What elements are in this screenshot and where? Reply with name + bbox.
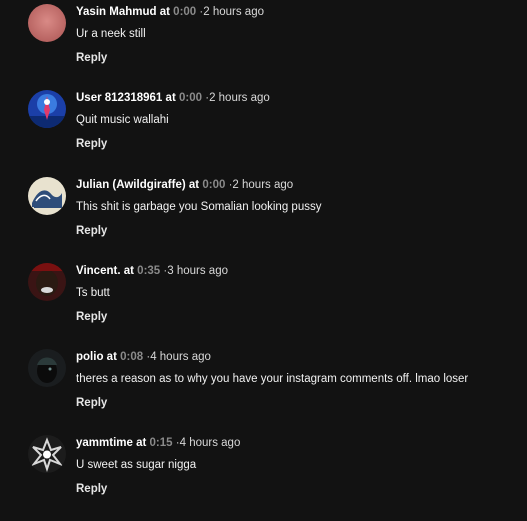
comment-item: Julian (Awildgiraffe) at 0:00 ·2 hours a… bbox=[0, 177, 527, 263]
comment-header: polio at 0:08 ·4 hours ago bbox=[76, 350, 211, 364]
time-ago: 4 hours ago bbox=[179, 437, 241, 449]
dark-photo-avatar-icon bbox=[28, 349, 66, 387]
reply-button[interactable]: Reply bbox=[76, 310, 107, 324]
at-label: at bbox=[136, 437, 147, 449]
at-label: at bbox=[123, 265, 134, 277]
timestamp-link[interactable]: 0:00 bbox=[173, 6, 196, 18]
pink-gradient-avatar-icon bbox=[28, 4, 66, 42]
timestamp-link[interactable]: 0:00 bbox=[202, 179, 225, 191]
comment-text: Quit music wallahi bbox=[76, 114, 169, 126]
comment-header: Julian (Awildgiraffe) at 0:00 ·2 hours a… bbox=[76, 178, 293, 192]
at-label: at bbox=[106, 351, 117, 363]
avatar[interactable] bbox=[28, 177, 66, 215]
avatar[interactable] bbox=[28, 435, 66, 473]
time-ago: 3 hours ago bbox=[167, 265, 228, 277]
avatar[interactable] bbox=[28, 90, 66, 128]
time-ago: 4 hours ago bbox=[150, 351, 211, 363]
avatar[interactable] bbox=[28, 4, 66, 42]
username[interactable]: polio bbox=[76, 351, 103, 363]
timestamp-link[interactable]: 0:00 bbox=[179, 92, 202, 104]
at-label: at bbox=[159, 6, 170, 18]
time-ago: 2 hours ago bbox=[232, 179, 294, 191]
reply-button[interactable]: Reply bbox=[76, 482, 107, 496]
timestamp-link[interactable]: 0:15 bbox=[150, 437, 173, 449]
chrome-logo-avatar-icon bbox=[28, 435, 66, 473]
comment-header: yammtime at 0:15 ·4 hours ago bbox=[76, 436, 240, 450]
comment-header: Yasin Mahmud at 0:00 ·2 hours ago bbox=[76, 5, 264, 19]
face-photo-avatar-icon bbox=[28, 263, 66, 301]
reply-button[interactable]: Reply bbox=[76, 51, 107, 65]
username[interactable]: Julian (Awildgiraffe) bbox=[76, 179, 186, 191]
comment-item: User 812318961 at 0:00 ·2 hours ago Quit… bbox=[0, 90, 527, 176]
comment-text: Ts butt bbox=[76, 287, 110, 299]
reply-button[interactable]: Reply bbox=[76, 137, 107, 151]
time-ago: 2 hours ago bbox=[209, 92, 270, 104]
timestamp-link[interactable]: 0:08 bbox=[120, 351, 143, 363]
timestamp-link[interactable]: 0:35 bbox=[137, 265, 160, 277]
username[interactable]: Yasin Mahmud bbox=[76, 6, 157, 18]
wave-art-avatar-icon bbox=[28, 177, 66, 215]
comment-text: Ur a neek still bbox=[76, 28, 146, 40]
avatar[interactable] bbox=[28, 263, 66, 301]
comment-item: Yasin Mahmud at 0:00 ·2 hours ago Ur a n… bbox=[0, 4, 527, 90]
comment-text: U sweet as sugar nigga bbox=[76, 459, 197, 471]
blue-art-avatar-icon bbox=[28, 90, 66, 128]
comment-item: yammtime at 0:15 ·4 hours ago U sweet as… bbox=[0, 435, 527, 521]
comment-header: User 812318961 at 0:00 ·2 hours ago bbox=[76, 91, 270, 105]
comment-item: Vincent. at 0:35 ·3 hours ago Ts butt Re… bbox=[0, 263, 527, 349]
avatar[interactable] bbox=[28, 349, 66, 387]
username[interactable]: User 812318961 bbox=[76, 92, 162, 104]
time-ago: 2 hours ago bbox=[203, 6, 264, 18]
comment-header: Vincent. at 0:35 ·3 hours ago bbox=[76, 264, 228, 278]
username[interactable]: Vincent. bbox=[76, 265, 121, 277]
username[interactable]: yammtime bbox=[76, 437, 133, 449]
comment-item: polio at 0:08 ·4 hours ago theres a reas… bbox=[0, 349, 527, 435]
comment-text: This shit is garbage you Somalian lookin… bbox=[76, 201, 322, 213]
at-label: at bbox=[188, 179, 200, 191]
reply-button[interactable]: Reply bbox=[76, 224, 107, 238]
at-label: at bbox=[165, 92, 176, 104]
comment-text: theres a reason as to why you have your … bbox=[76, 373, 469, 385]
reply-button[interactable]: Reply bbox=[76, 396, 107, 410]
